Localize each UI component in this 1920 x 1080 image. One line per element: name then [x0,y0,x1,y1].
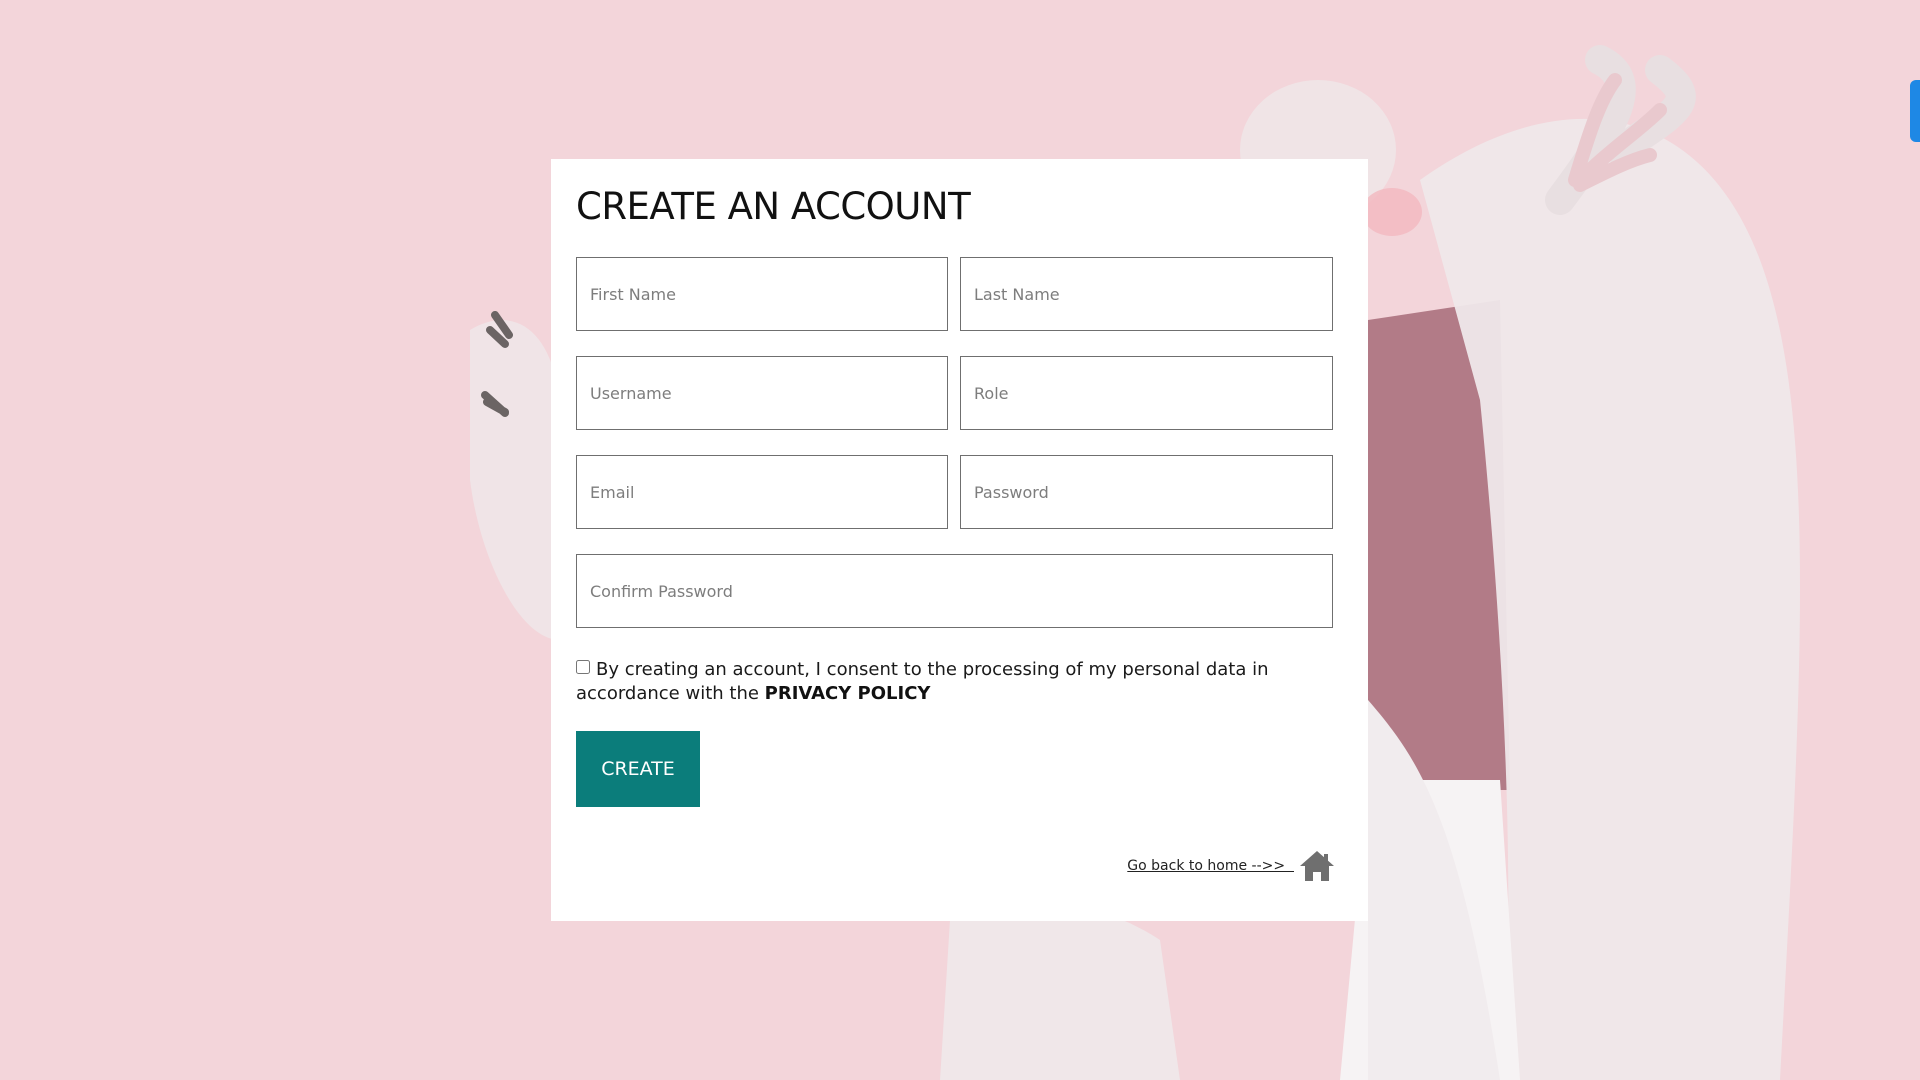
create-button[interactable]: CREATE [576,731,700,807]
page: CREATE AN ACCOUNT By creating an account… [0,0,1920,1080]
privacy-policy-link[interactable]: PRIVACY POLICY [765,683,931,704]
confirm-password-input[interactable] [576,554,1333,628]
go-back-home-label: Go back to home -->> [1127,858,1294,874]
password-input[interactable] [960,455,1333,529]
home-icon[interactable] [1298,849,1336,883]
username-input[interactable] [576,356,948,430]
consent-checkbox[interactable] [576,660,590,674]
consent-row: By creating an account, I consent to the… [576,658,1316,706]
role-input[interactable] [960,356,1333,430]
first-name-input[interactable] [576,257,948,331]
email-input[interactable] [576,455,948,529]
last-name-input[interactable] [960,257,1333,331]
page-title: CREATE AN ACCOUNT [576,185,971,228]
create-account-card: CREATE AN ACCOUNT By creating an account… [551,159,1368,921]
go-back-home-link[interactable]: Go back to home -->> [1127,849,1336,883]
scroll-tab[interactable] [1910,80,1920,142]
